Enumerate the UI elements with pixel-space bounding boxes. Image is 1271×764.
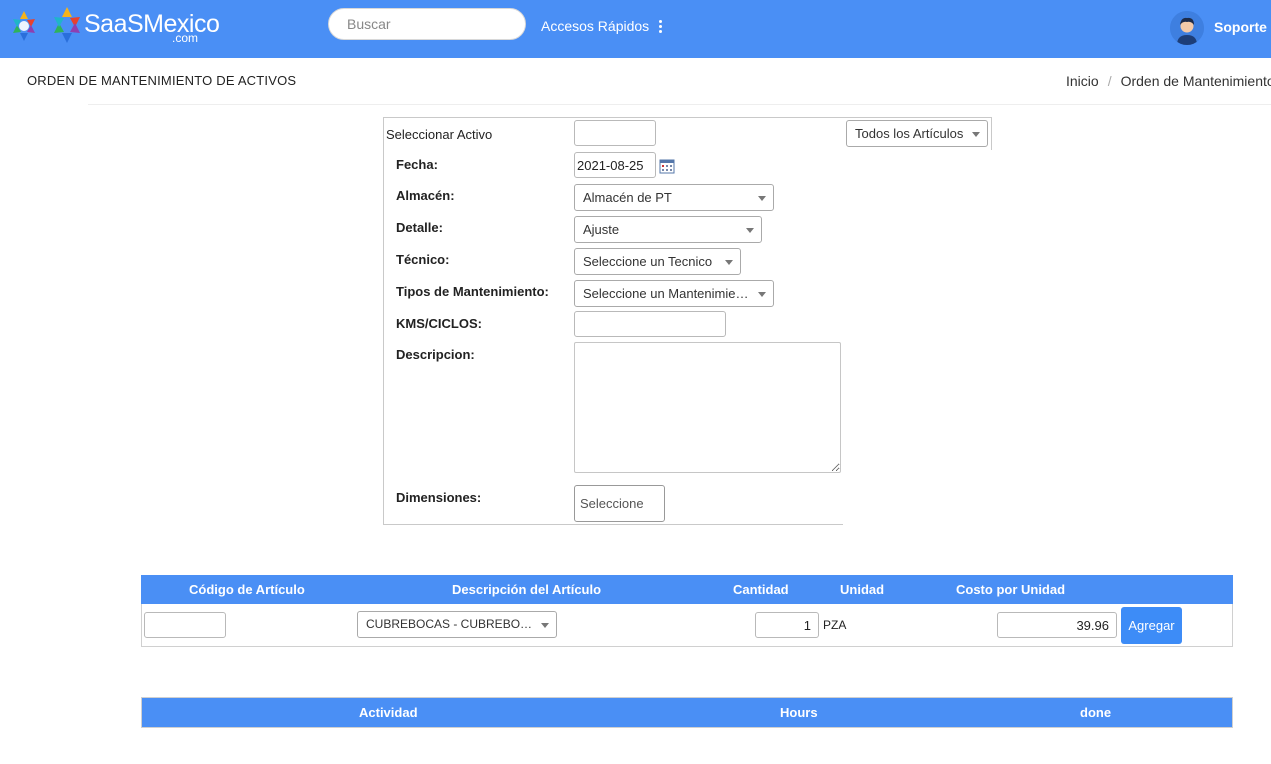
brand-mark-icon: [54, 7, 80, 43]
maintenance-type-value: Seleccione un Mantenimiento: [583, 286, 754, 301]
search-input[interactable]: [328, 8, 526, 40]
detail-label: Detalle:: [396, 220, 443, 235]
breadcrumb-current: Orden de Mantenimiento: [1120, 73, 1271, 89]
breadcrumb-home-link[interactable]: Inicio: [1066, 73, 1099, 89]
detail-select[interactable]: Ajuste: [574, 216, 762, 243]
page-title: ORDEN DE MANTENIMIENTO DE ACTIVOS: [27, 73, 297, 88]
items-table-header: Código de Artículo Descripción del Artíc…: [141, 575, 1233, 604]
kms-label: KMS/CICLOS:: [396, 316, 482, 331]
user-avatar[interactable]: [1170, 11, 1204, 45]
technician-label: Técnico:: [396, 252, 450, 267]
form-border-top: [843, 117, 991, 118]
date-input[interactable]: [574, 152, 656, 178]
technician-value: Seleccione un Tecnico: [583, 254, 713, 269]
kms-input[interactable]: [574, 311, 726, 337]
col-quantity-header: Cantidad: [733, 582, 789, 597]
unit-value: PZA: [823, 618, 847, 632]
top-navbar: SaaSMexico .com Accesos Rápidos Soporte: [0, 0, 1271, 58]
chevron-down-icon: [758, 292, 766, 297]
user-name[interactable]: Soporte: [1214, 19, 1267, 35]
select-asset-label: Seleccionar Activo: [386, 127, 493, 142]
chevron-down-icon: [972, 132, 980, 137]
col-code-header: Código de Artículo: [189, 582, 305, 597]
brand-name[interactable]: SaaSMexico: [84, 9, 220, 39]
articles-filter-select[interactable]: Todos los Artículos: [846, 120, 988, 147]
col-unit-cost-header: Costo por Unidad: [956, 582, 1066, 597]
article-code-input[interactable]: [144, 612, 226, 638]
chevron-down-icon: [746, 228, 754, 233]
activities-table-header: Actividad Hours done: [141, 697, 1233, 728]
col-hours-header: Hours: [780, 705, 818, 720]
quick-access-label: Accesos Rápidos: [541, 18, 650, 34]
avatar-icon: [1170, 11, 1204, 45]
col-unit-header: Unidad: [840, 582, 885, 597]
breadcrumb: Inicio / Orden de Mantenimiento: [1066, 73, 1271, 89]
quick-access-menu[interactable]: Accesos Rápidos: [541, 18, 663, 34]
form-border-right: [991, 117, 992, 150]
header-divider: [88, 104, 1271, 105]
articles-filter-value: Todos los Artículos: [855, 126, 964, 141]
dimensions-select-button[interactable]: Seleccione: [574, 485, 665, 522]
add-item-button[interactable]: Agregar: [1121, 607, 1182, 644]
warehouse-select[interactable]: Almacén de PT: [574, 184, 774, 211]
date-label: Fecha:: [396, 157, 438, 172]
article-description-value: CUBREBOCAS - CUBREBOCAS: [366, 617, 545, 631]
detail-value: Ajuste: [583, 222, 620, 237]
warehouse-label: Almacén:: [396, 188, 455, 203]
quantity-input[interactable]: [755, 612, 819, 638]
article-description-select[interactable]: CUBREBOCAS - CUBREBOCAS: [357, 611, 557, 638]
col-done-header: done: [1080, 705, 1112, 720]
maintenance-type-label: Tipos de Mantenimiento:: [396, 284, 549, 299]
brand-domain: .com: [172, 31, 199, 45]
chevron-down-icon: [541, 623, 549, 628]
logo-icon: [13, 11, 35, 41]
technician-select[interactable]: Seleccione un Tecnico: [574, 248, 741, 275]
description-label: Descripcion:: [396, 347, 475, 362]
dimensions-label: Dimensiones:: [396, 490, 482, 505]
warehouse-value: Almacén de PT: [583, 190, 672, 205]
kebab-menu-icon: [659, 19, 663, 33]
maintenance-type-select[interactable]: Seleccione un Mantenimiento: [574, 280, 774, 307]
unit-cost-input[interactable]: [997, 612, 1117, 638]
description-textarea[interactable]: [574, 342, 841, 473]
col-activity-header: Actividad: [359, 705, 418, 720]
col-description-header: Descripción del Artículo: [452, 582, 602, 597]
select-asset-input[interactable]: [574, 120, 656, 146]
calendar-icon[interactable]: [659, 158, 675, 174]
chevron-down-icon: [725, 260, 733, 265]
chevron-down-icon: [758, 196, 766, 201]
